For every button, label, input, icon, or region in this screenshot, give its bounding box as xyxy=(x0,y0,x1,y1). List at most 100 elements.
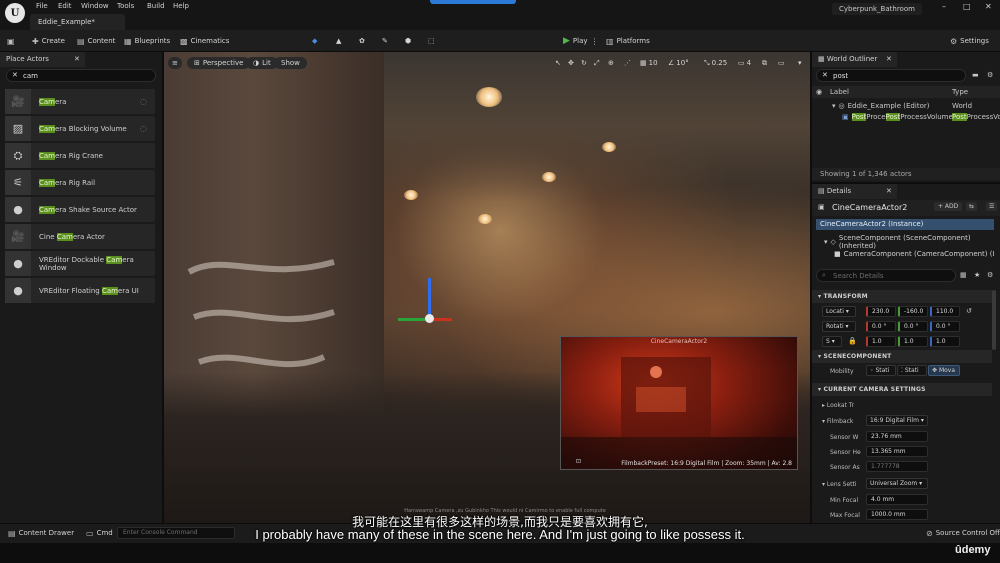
scale-x[interactable]: 1.0 xyxy=(866,336,896,347)
location-z[interactable]: 110.0 xyxy=(930,306,960,317)
details-search-input[interactable]: ⌕ Search Details xyxy=(816,269,956,282)
filmback-dropdown[interactable]: 16:9 Digital Film ▾ xyxy=(866,415,928,426)
select-tool-icon[interactable]: ↖ xyxy=(555,57,561,69)
details-settings-icon[interactable]: ⚙ xyxy=(987,271,993,279)
menu-build[interactable]: Build xyxy=(147,2,165,10)
location-x[interactable]: 230.0 xyxy=(866,306,896,317)
camera-settings-section[interactable]: ▾ CURRENT CAMERA SETTINGS xyxy=(812,383,992,396)
content-button[interactable]: ▤ Content xyxy=(77,35,115,47)
location-y[interactable]: -160.0 xyxy=(898,306,928,317)
cinematics-button[interactable]: ▩ Cinematics xyxy=(180,35,229,47)
translate-tool-icon[interactable]: ✥ xyxy=(568,57,574,69)
world-space-icon[interactable]: ⊕ xyxy=(608,57,614,69)
expand-chevron-icon[interactable]: ▾ xyxy=(832,102,836,110)
scale-mode-dropdown[interactable]: S ▾ xyxy=(822,336,842,347)
transform-section[interactable]: ▾ TRANSFORM xyxy=(812,290,992,303)
maximize-viewport-icon[interactable]: ⧉ xyxy=(762,57,767,69)
close-tab-icon[interactable]: ✕ xyxy=(886,187,892,195)
location-mode-dropdown[interactable]: Locati ▾ xyxy=(822,306,856,317)
place-actors-search-input[interactable]: ✕ cam xyxy=(6,69,156,82)
info-icon[interactable]: ◌ xyxy=(140,97,155,106)
settings-button[interactable]: ⚙ Settings xyxy=(950,35,989,47)
world-outliner-tab[interactable]: ▦ World Outliner ✕ xyxy=(812,52,897,67)
min-focal-field[interactable]: 4.0 mm xyxy=(866,494,928,505)
mobility-movable[interactable]: ✥ Mova xyxy=(928,365,960,376)
mesh-paint-icon[interactable]: ✎ xyxy=(382,35,388,47)
instance-row[interactable]: CineCameraActor2 (Instance) xyxy=(816,219,994,230)
surface-snap-icon[interactable]: ⋰ xyxy=(624,57,631,69)
folder-icon[interactable]: ▬ xyxy=(972,71,979,79)
favorites-star-icon[interactable]: ★ xyxy=(974,271,980,279)
actor-item-cine-camera-actor[interactable]: 🎥 Cine Camera Actor xyxy=(5,224,155,249)
close-tab-icon[interactable]: ✕ xyxy=(886,55,892,63)
actor-item-camera-rig-rail[interactable]: ⚟ Camera Rig Rail xyxy=(5,170,155,195)
lit-button[interactable]: ◑ Lit xyxy=(246,57,278,69)
layout-icon[interactable]: ▭ xyxy=(778,57,785,69)
scale-lock-icon[interactable]: 🔒 xyxy=(848,337,857,345)
scale-z[interactable]: 1.0 xyxy=(930,336,960,347)
actor-item-camera-blocking-volume[interactable]: ▨ Camera Blocking Volume ◌ xyxy=(5,116,155,141)
actor-item-vreditor-dockable-camera[interactable]: ● VREditor Dockable Camera Window xyxy=(5,251,155,276)
outliner-search-input[interactable]: ✕ post xyxy=(816,69,966,82)
outliner-settings-icon[interactable]: ⚙ xyxy=(987,71,993,79)
outliner-row-postprocess[interactable]: ▣ PostProcePostProcessVolume PostProcess… xyxy=(812,111,1000,122)
menu-help[interactable]: Help xyxy=(173,2,189,10)
create-button[interactable]: ✚ Create xyxy=(32,35,65,47)
menu-edit[interactable]: Edit xyxy=(58,2,72,10)
save-icon[interactable]: ▣ xyxy=(7,35,15,47)
actor-item-camera-shake-source[interactable]: ● Camera Shake Source Actor xyxy=(5,197,155,222)
menu-file[interactable]: File xyxy=(36,2,48,10)
col-type[interactable]: Type xyxy=(952,88,968,96)
blueprint-icon[interactable]: ⇆ xyxy=(966,202,978,211)
sensor-width-field[interactable]: 23.76 mm xyxy=(866,431,928,442)
scenecomponent-section[interactable]: ▾ SCENECOMPONENT xyxy=(812,350,992,363)
lens-settings-row[interactable]: ▾ Lens Setti xyxy=(822,481,857,488)
viewport-menu-button[interactable]: ≡ xyxy=(168,57,182,69)
modeling-mode-icon[interactable]: ⬢ xyxy=(405,35,411,47)
clear-search-icon[interactable]: ✕ xyxy=(822,71,828,79)
perspective-button[interactable]: ⊞ Perspective xyxy=(187,57,251,69)
camera-speed-button[interactable]: ▭ 4 xyxy=(738,57,751,69)
actor-item-camera[interactable]: 🎥 Camera ◌ xyxy=(5,89,155,114)
outliner-row-world[interactable]: ▾ ◎ Eddie_Example (Editor) World xyxy=(812,100,1000,111)
viewport-options-chevron-icon[interactable]: ▾ xyxy=(798,57,802,69)
grid-view-icon[interactable]: ▦ xyxy=(960,271,967,279)
rotate-tool-icon[interactable]: ↻ xyxy=(581,57,587,69)
rotation-z[interactable]: 0.0 ° xyxy=(930,321,960,332)
gizmo-center[interactable] xyxy=(425,314,434,323)
col-label[interactable]: Label xyxy=(830,88,849,96)
rotation-x[interactable]: 0.0 ° xyxy=(866,321,896,332)
foliage-mode-icon[interactable]: ✿ xyxy=(359,35,365,47)
platforms-button[interactable]: ▥ Platforms xyxy=(606,35,650,47)
maximize-icon[interactable]: □ xyxy=(963,2,971,11)
component-scene[interactable]: ▾ ◇ SceneComponent (SceneComponent) (Inh… xyxy=(824,234,994,250)
filmback-row[interactable]: ▾ Filmback xyxy=(822,418,853,425)
reset-icon[interactable]: ↺ xyxy=(966,307,972,315)
component-camera[interactable]: ■ CameraComponent (CameraComponent) (Inh… xyxy=(834,248,994,259)
close-tab-icon[interactable]: ✕ xyxy=(74,55,80,63)
place-actors-tab[interactable]: Place Actors ✕ xyxy=(0,52,85,67)
grid-snap-button[interactable]: ▦ 10 xyxy=(640,57,658,69)
scale-tool-icon[interactable]: ⤢ xyxy=(594,57,600,69)
clear-search-icon[interactable]: ✕ xyxy=(12,71,18,79)
show-button[interactable]: Show xyxy=(274,57,307,69)
play-button[interactable]: ▶ Play ⋮ xyxy=(563,35,599,47)
actor-item-vreditor-floating-camera[interactable]: ● VREditor Floating Camera UI xyxy=(5,278,155,303)
visibility-icon[interactable]: ◉ xyxy=(816,88,822,96)
scale-snap-button[interactable]: ⤡ 0.25 xyxy=(704,57,727,69)
actor-item-camera-rig-crane[interactable]: ⛭ Camera Rig Crane xyxy=(5,143,155,168)
rotation-y[interactable]: 0.0 ° xyxy=(898,321,928,332)
lookat-row[interactable]: ▸ Lookat Tr xyxy=(822,402,854,409)
tree-view-icon[interactable]: ☰ xyxy=(986,202,998,211)
landscape-mode-icon[interactable]: ▲ xyxy=(336,35,341,47)
blueprints-button[interactable]: ▦ Blueprints xyxy=(124,35,170,47)
sensor-height-field[interactable]: 13.365 mm xyxy=(866,446,928,457)
scale-y[interactable]: 1.0 xyxy=(898,336,928,347)
gizmo-z-axis[interactable] xyxy=(428,278,431,318)
unreal-logo-icon[interactable]: U xyxy=(5,3,25,23)
mobility-static[interactable]: ◦ Stati xyxy=(866,365,896,376)
menu-window[interactable]: Window xyxy=(81,2,109,10)
close-icon[interactable]: ✕ xyxy=(985,2,992,11)
select-mode-icon[interactable]: ◆ xyxy=(312,35,317,47)
add-component-button[interactable]: + ADD xyxy=(934,202,963,211)
